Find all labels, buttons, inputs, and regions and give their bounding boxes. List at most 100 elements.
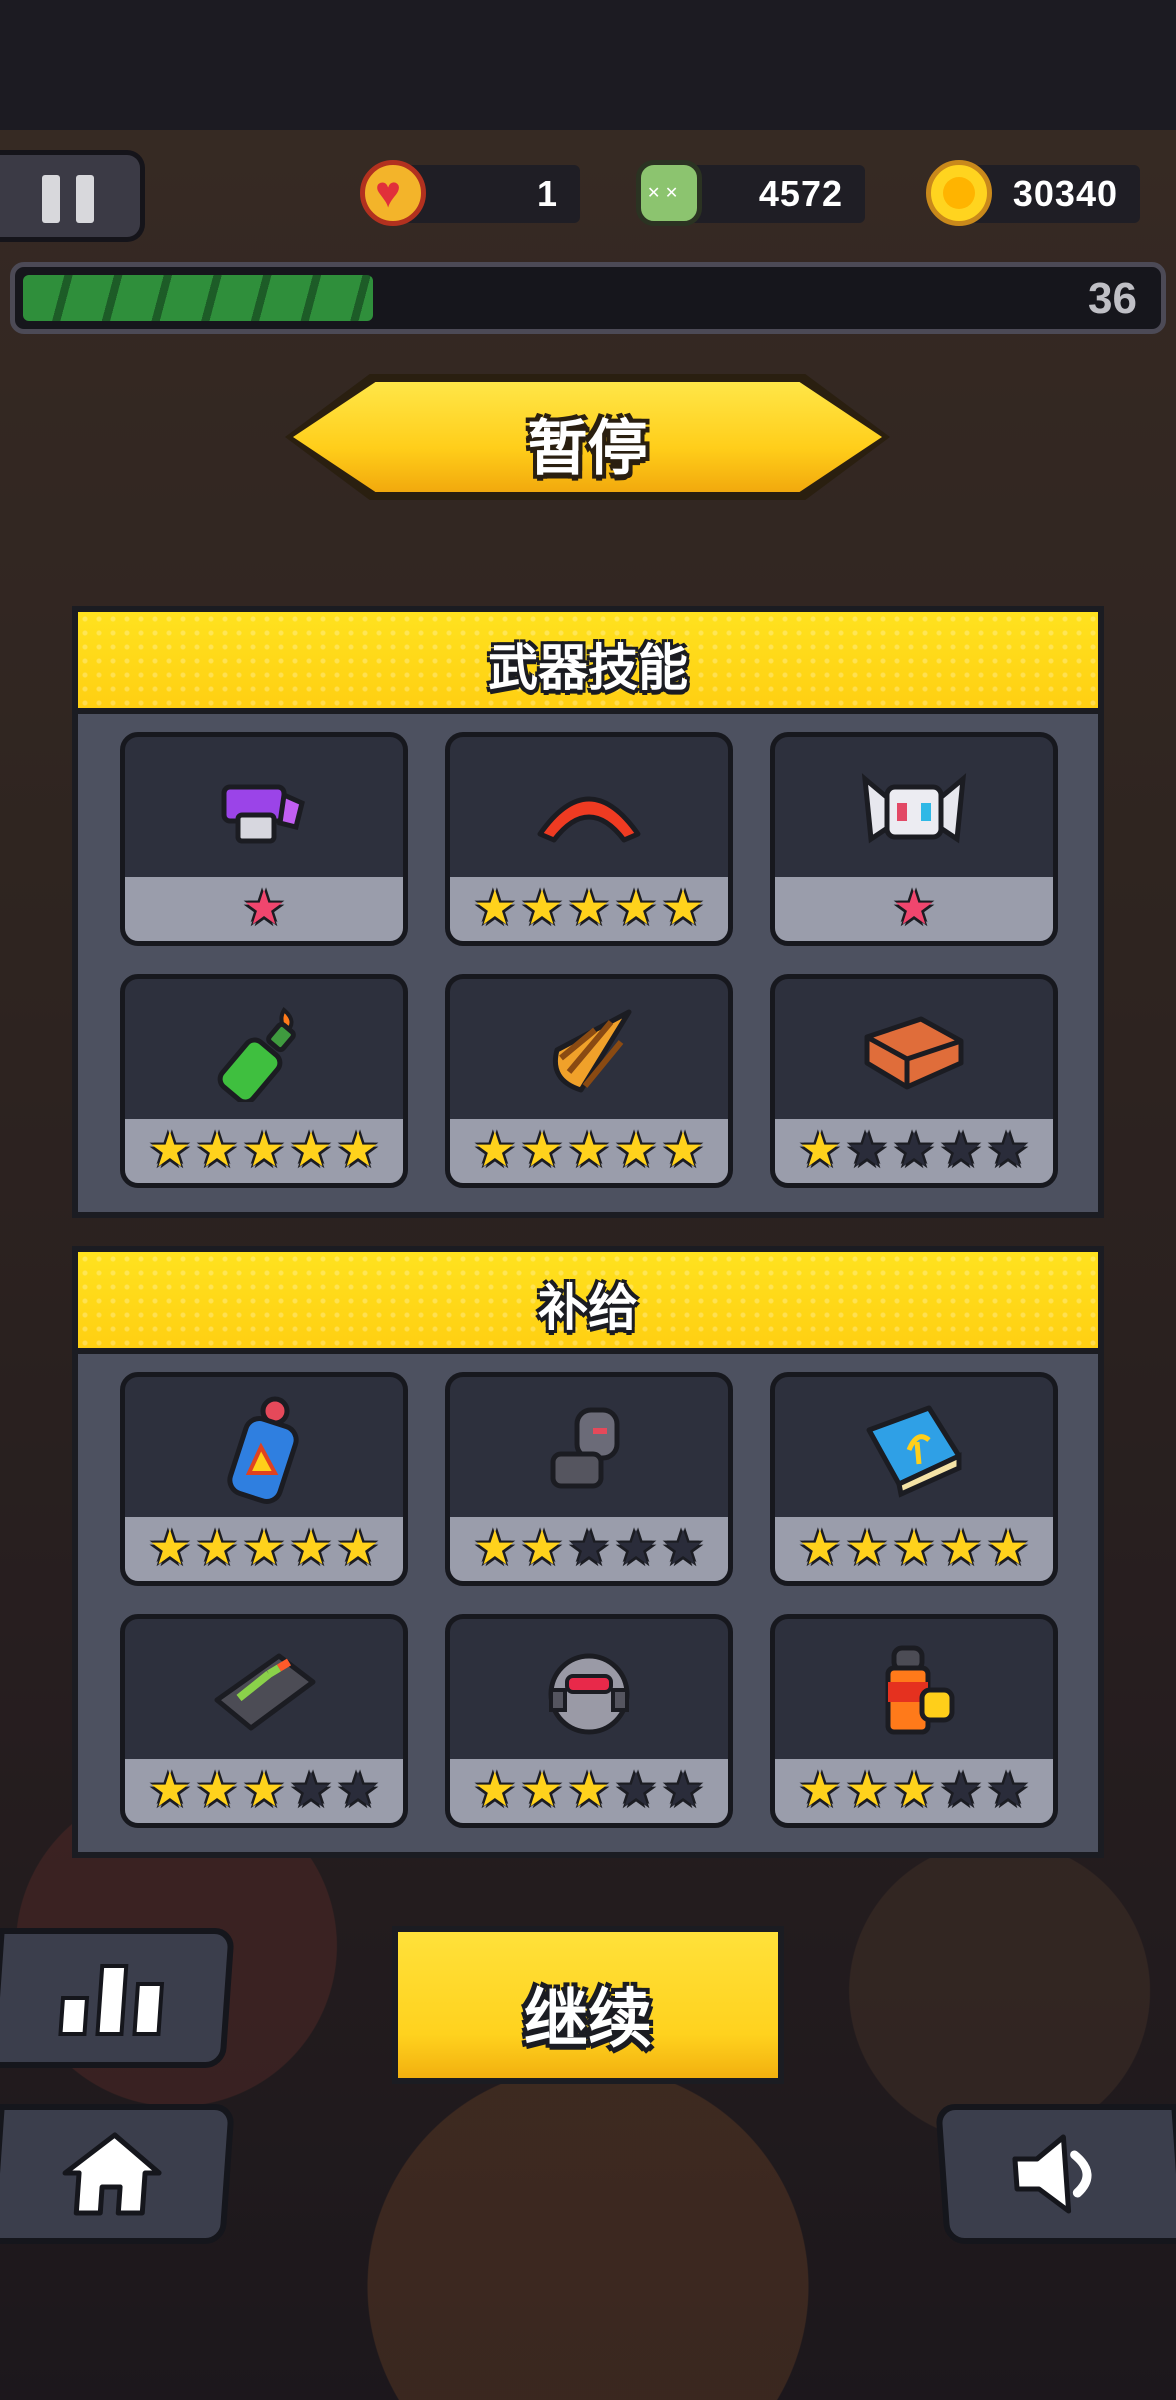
supply-item-card[interactable]: ★ ★ ★ ★ ★ <box>770 1614 1058 1828</box>
star-empty-icon: ★ <box>845 1124 889 1177</box>
lives-counter: 1 <box>400 165 580 223</box>
star-filled-icon: ★ <box>195 1522 239 1575</box>
pause-button[interactable] <box>0 150 145 242</box>
star-empty-icon: ★ <box>567 1522 611 1575</box>
weapon-skill-card[interactable]: ★ ★ ★ ★ ★ <box>445 974 733 1188</box>
purple-gun-icon <box>125 755 403 865</box>
home-button[interactable] <box>0 2104 235 2244</box>
supply-item-card[interactable]: ★ ★ ★ ★ ★ <box>120 1614 408 1828</box>
supply-item-card[interactable]: ★ ★ ★ ★ ★ <box>445 1614 733 1828</box>
star-filled-icon: ★ <box>798 1764 842 1817</box>
star-rating: ★ <box>125 877 403 941</box>
star-filled-icon: ★ <box>661 1124 705 1177</box>
bar-chart-icon <box>58 1964 165 2036</box>
weapon-skill-card[interactable]: ★ ★ ★ ★ ★ <box>770 974 1058 1188</box>
star-filled-icon: ★ <box>242 882 286 935</box>
star-filled-icon: ★ <box>148 1522 192 1575</box>
lives-value: 1 <box>536 173 558 214</box>
star-filled-icon: ★ <box>798 1124 842 1177</box>
zombie-kill-icon <box>636 160 702 226</box>
pause-icon <box>42 175 60 223</box>
star-empty-icon: ★ <box>892 1124 936 1177</box>
xp-progress-fill <box>23 275 373 321</box>
weapon-skill-card[interactable]: ★ <box>770 732 1058 946</box>
xp-progress-bar: 36 <box>10 262 1166 334</box>
weapon-skill-card[interactable]: ★ ★ ★ ★ ★ <box>120 974 408 1188</box>
supply-item-card[interactable]: ★ ★ ★ ★ ★ <box>770 1372 1058 1586</box>
star-filled-icon: ★ <box>289 1124 333 1177</box>
page-title: 暂停 <box>527 415 648 482</box>
star-filled-icon: ★ <box>473 1764 517 1817</box>
star-filled-icon: ★ <box>195 1124 239 1177</box>
supply-item-card[interactable]: ★ ★ ★ ★ ★ <box>120 1372 408 1586</box>
star-filled-icon: ★ <box>986 1522 1030 1575</box>
star-filled-icon: ★ <box>473 1124 517 1177</box>
star-filled-icon: ★ <box>567 1124 611 1177</box>
weapon-skills-header: 武器技能 <box>78 612 1098 714</box>
star-empty-icon: ★ <box>661 1764 705 1817</box>
star-rating: ★ ★ ★ ★ ★ <box>450 1759 728 1823</box>
star-filled-icon: ★ <box>845 1764 889 1817</box>
star-filled-icon: ★ <box>242 1764 286 1817</box>
star-empty-icon: ★ <box>289 1764 333 1817</box>
pause-title-banner: 暂停 <box>285 374 890 500</box>
pause-icon-bar <box>76 175 94 223</box>
star-empty-icon: ★ <box>939 1764 983 1817</box>
star-filled-icon: ★ <box>567 1764 611 1817</box>
ammo-canister-icon <box>775 1637 1053 1747</box>
star-empty-icon: ★ <box>986 1764 1030 1817</box>
star-filled-icon: ★ <box>289 1522 333 1575</box>
star-filled-icon: ★ <box>520 1124 564 1177</box>
home-icon <box>62 2132 162 2216</box>
star-rating: ★ ★ ★ ★ ★ <box>775 1119 1053 1183</box>
star-rating: ★ ★ ★ ★ ★ <box>450 1517 728 1581</box>
drone-robot-icon <box>775 755 1053 865</box>
star-rating: ★ ★ ★ ★ ★ <box>125 1517 403 1581</box>
supplies-title: 补给 <box>538 1280 638 1336</box>
star-filled-icon: ★ <box>520 882 564 935</box>
star-filled-icon: ★ <box>845 1522 889 1575</box>
supply-item-card[interactable]: ★ ★ ★ ★ ★ <box>445 1372 733 1586</box>
star-rating: ★ ★ ★ ★ ★ <box>125 1759 403 1823</box>
star-filled-icon: ★ <box>892 1522 936 1575</box>
status-bar-area <box>0 0 1176 130</box>
continue-button[interactable]: 继续 <box>392 1926 784 2084</box>
star-filled-icon: ★ <box>336 1522 380 1575</box>
stats-button[interactable] <box>0 1928 235 2068</box>
star-filled-icon: ★ <box>473 1522 517 1575</box>
level-number: 36 <box>1088 274 1137 323</box>
star-filled-icon: ★ <box>148 1124 192 1177</box>
star-filled-icon: ★ <box>336 1124 380 1177</box>
armor-gauntlet-icon <box>450 1395 728 1505</box>
star-empty-icon: ★ <box>939 1124 983 1177</box>
fuel-canister-icon <box>125 1395 403 1505</box>
star-filled-icon: ★ <box>195 1764 239 1817</box>
star-rating: ★ ★ ★ ★ ★ <box>450 1119 728 1183</box>
molotov-bottle-icon <box>125 997 403 1107</box>
battery-pack-icon <box>125 1637 403 1747</box>
magnet-orb-icon <box>450 1637 728 1747</box>
weapon-skills-panel: 武器技能 ★ ★ ★ ★ ★ ★ ★ ★ ★ ★ ★ ★ ★ ★ ★ ★ ★ ★ ★ ★ ★ ★ <box>72 606 1104 1218</box>
star-filled-icon: ★ <box>148 1764 192 1817</box>
weapon-skill-card[interactable]: ★ <box>120 732 408 946</box>
star-filled-icon: ★ <box>892 1764 936 1817</box>
star-empty-icon: ★ <box>661 1522 705 1575</box>
star-filled-icon: ★ <box>798 1522 842 1575</box>
weapon-skill-card[interactable]: ★ ★ ★ ★ ★ <box>445 732 733 946</box>
sound-button[interactable] <box>935 2104 1176 2244</box>
coin-icon <box>926 160 992 226</box>
continue-label: 继续 <box>524 1983 652 2055</box>
star-empty-icon: ★ <box>336 1764 380 1817</box>
star-rating: ★ ★ ★ ★ ★ <box>775 1517 1053 1581</box>
star-empty-icon: ★ <box>614 1522 658 1575</box>
weapon-skills-title: 武器技能 <box>488 640 688 696</box>
star-rating: ★ ★ ★ ★ ★ <box>775 1759 1053 1823</box>
heart-icon <box>360 160 426 226</box>
star-rating: ★ ★ ★ ★ ★ <box>125 1119 403 1183</box>
star-filled-icon: ★ <box>939 1522 983 1575</box>
brick-icon <box>775 997 1053 1107</box>
star-empty-icon: ★ <box>986 1124 1030 1177</box>
speaker-icon <box>1012 2134 1092 2214</box>
coins-value: 30340 <box>1012 173 1118 214</box>
star-filled-icon: ★ <box>520 1764 564 1817</box>
